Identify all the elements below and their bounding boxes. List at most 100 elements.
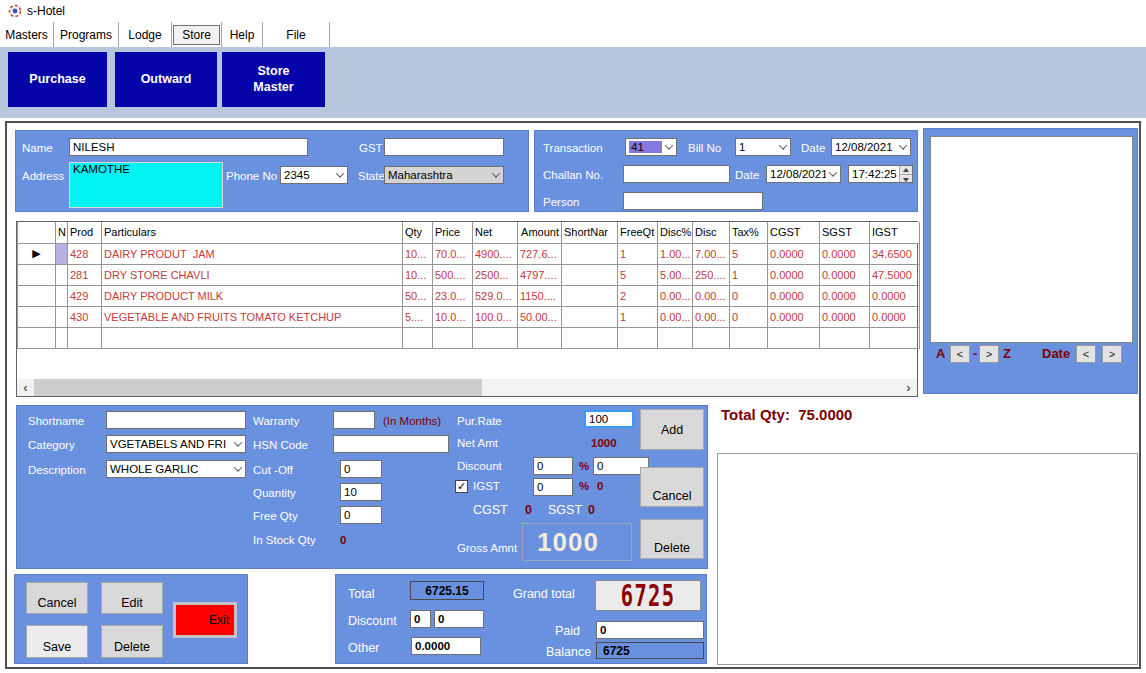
menu-lodge[interactable]: Lodge: [119, 22, 172, 47]
grid-cell[interactable]: 429: [68, 285, 102, 306]
alpha-prev-button[interactable]: <: [950, 345, 970, 363]
menu-programs[interactable]: Programs: [54, 22, 119, 47]
row-selector[interactable]: [18, 264, 56, 285]
totals-discount1-input[interactable]: [410, 610, 431, 628]
grid-row[interactable]: 429DAIRY PRODUCT MILK50...23.0...529.0..…: [18, 285, 920, 306]
other-input[interactable]: [411, 637, 481, 655]
grid-cell[interactable]: 0.00...: [693, 306, 730, 327]
grid-cell[interactable]: 250....: [693, 264, 730, 285]
items-grid[interactable]: NProdParticularsQtyPriceNetAmountShortNa…: [16, 221, 918, 397]
name-input[interactable]: [69, 138, 308, 156]
grid-cell[interactable]: [56, 264, 68, 285]
grid-cell[interactable]: [56, 306, 68, 327]
grid-cell[interactable]: 0.00...: [658, 306, 693, 327]
igst-pct-input[interactable]: [533, 478, 573, 496]
grid-cell[interactable]: DRY STORE CHAVLI: [102, 264, 403, 285]
grid-cell[interactable]: 70.0...: [433, 243, 473, 264]
purrate-input[interactable]: [584, 410, 634, 428]
outward-button[interactable]: Outward: [115, 52, 217, 107]
grid-cell[interactable]: 5.00...: [658, 264, 693, 285]
address-input[interactable]: KAMOTHE: [69, 162, 223, 208]
grid-cell[interactable]: 0.0000: [768, 264, 820, 285]
state-combo[interactable]: Maharashtra: [384, 166, 504, 184]
row-selector[interactable]: ▶: [18, 243, 56, 264]
grid-cell[interactable]: 0: [730, 285, 768, 306]
edit-button[interactable]: Edit: [101, 582, 163, 614]
grid-row[interactable]: 430VEGETABLE AND FRUITS TOMATO KETCHUP5.…: [18, 306, 920, 327]
grid-cell[interactable]: [56, 285, 68, 306]
grid-col-header[interactable]: Prod: [68, 222, 102, 243]
grid-cell[interactable]: 0.0000: [768, 306, 820, 327]
date2-combo[interactable]: 12/08/2021: [766, 165, 841, 183]
gst-input[interactable]: [384, 138, 504, 156]
grid-col-header[interactable]: Price: [433, 222, 473, 243]
date-combo[interactable]: 12/08/2021: [831, 138, 911, 156]
hsn-input[interactable]: [333, 435, 449, 453]
grid-cell[interactable]: 4900....: [473, 243, 518, 264]
totals-discount2-input[interactable]: [434, 610, 484, 628]
spinner-buttons[interactable]: [899, 166, 912, 182]
item-cancel-button[interactable]: Cancel: [640, 467, 704, 507]
category-combo[interactable]: VGETABELS AND FRI: [106, 435, 246, 453]
grid-cell[interactable]: 23.0...: [433, 285, 473, 306]
grid-cell[interactable]: [562, 306, 618, 327]
detail-listbox[interactable]: [717, 453, 1138, 665]
grid-cell[interactable]: 4797....: [518, 264, 562, 285]
menu-help[interactable]: Help: [222, 22, 263, 47]
grid-cell[interactable]: 1: [618, 306, 658, 327]
grid-cell[interactable]: 428: [68, 243, 102, 264]
cutoff-input[interactable]: [340, 460, 382, 478]
grid-cell[interactable]: 1.00...: [658, 243, 693, 264]
grid-row[interactable]: ▶428DAIRY PRODUT JAM10...70.0...4900....…: [18, 243, 920, 264]
grid-cell[interactable]: 5: [618, 264, 658, 285]
grid-cell[interactable]: 50.00...: [518, 306, 562, 327]
freeqty-input[interactable]: [340, 506, 382, 524]
scroll-right-icon[interactable]: ›: [900, 379, 917, 396]
grid-col-header[interactable]: FreeQt: [618, 222, 658, 243]
purchase-button[interactable]: Purchase: [8, 52, 107, 107]
shortname-input[interactable]: [106, 411, 246, 429]
grid-cell[interactable]: 47.5000: [870, 264, 920, 285]
grid-empty-row[interactable]: [18, 327, 920, 348]
product-listbox[interactable]: [930, 136, 1133, 343]
grid-cell[interactable]: 0.0000: [768, 285, 820, 306]
grid-col-header[interactable]: Amount: [518, 222, 562, 243]
grid-cell[interactable]: 10...: [403, 243, 433, 264]
warranty-input[interactable]: [333, 411, 375, 429]
grid-col-header[interactable]: Qty: [403, 222, 433, 243]
description-combo[interactable]: WHOLE GARLIC: [106, 460, 246, 478]
menu-store[interactable]: Store: [172, 22, 222, 47]
grid-cell[interactable]: 0: [730, 306, 768, 327]
grid-cell[interactable]: 10.0...: [433, 306, 473, 327]
grid-cell[interactable]: 1: [730, 264, 768, 285]
bill-no-combo[interactable]: 1: [735, 138, 791, 156]
grid-cell[interactable]: 50...: [403, 285, 433, 306]
grid-cell[interactable]: 7.00...: [693, 243, 730, 264]
menu-masters[interactable]: Masters: [0, 22, 54, 47]
grid-cell[interactable]: [56, 243, 68, 264]
phone-combo[interactable]: 2345: [280, 166, 348, 184]
grid-col-header[interactable]: Disc%: [658, 222, 693, 243]
grid-cell[interactable]: 0.00...: [658, 285, 693, 306]
grid-cell[interactable]: 430: [68, 306, 102, 327]
paid-input[interactable]: [596, 621, 704, 639]
quantity-input[interactable]: [340, 483, 382, 501]
grid-cell[interactable]: 2500...: [473, 264, 518, 285]
add-button[interactable]: Add: [640, 409, 704, 450]
grid-cell[interactable]: 34.6500: [870, 243, 920, 264]
grid-cell[interactable]: [562, 285, 618, 306]
grid-cell[interactable]: 0.0000: [820, 243, 870, 264]
discount-pct-input[interactable]: [533, 457, 573, 475]
grid-cell[interactable]: VEGETABLE AND FRUITS TOMATO KETCHUP: [102, 306, 403, 327]
grid-cell[interactable]: 1: [618, 243, 658, 264]
grid-cell[interactable]: 0.0000: [820, 264, 870, 285]
item-delete-button[interactable]: Delete: [640, 519, 704, 559]
grid-col-header[interactable]: Disc: [693, 222, 730, 243]
grid-cell[interactable]: 1150....: [518, 285, 562, 306]
grid-cell[interactable]: 529.0...: [473, 285, 518, 306]
grid-col-header[interactable]: IGST: [870, 222, 920, 243]
grid-cell[interactable]: [562, 243, 618, 264]
grid-horizontal-scrollbar[interactable]: ‹ ›: [17, 379, 917, 396]
grid-cell[interactable]: 100.0...: [473, 306, 518, 327]
row-selector[interactable]: [18, 306, 56, 327]
